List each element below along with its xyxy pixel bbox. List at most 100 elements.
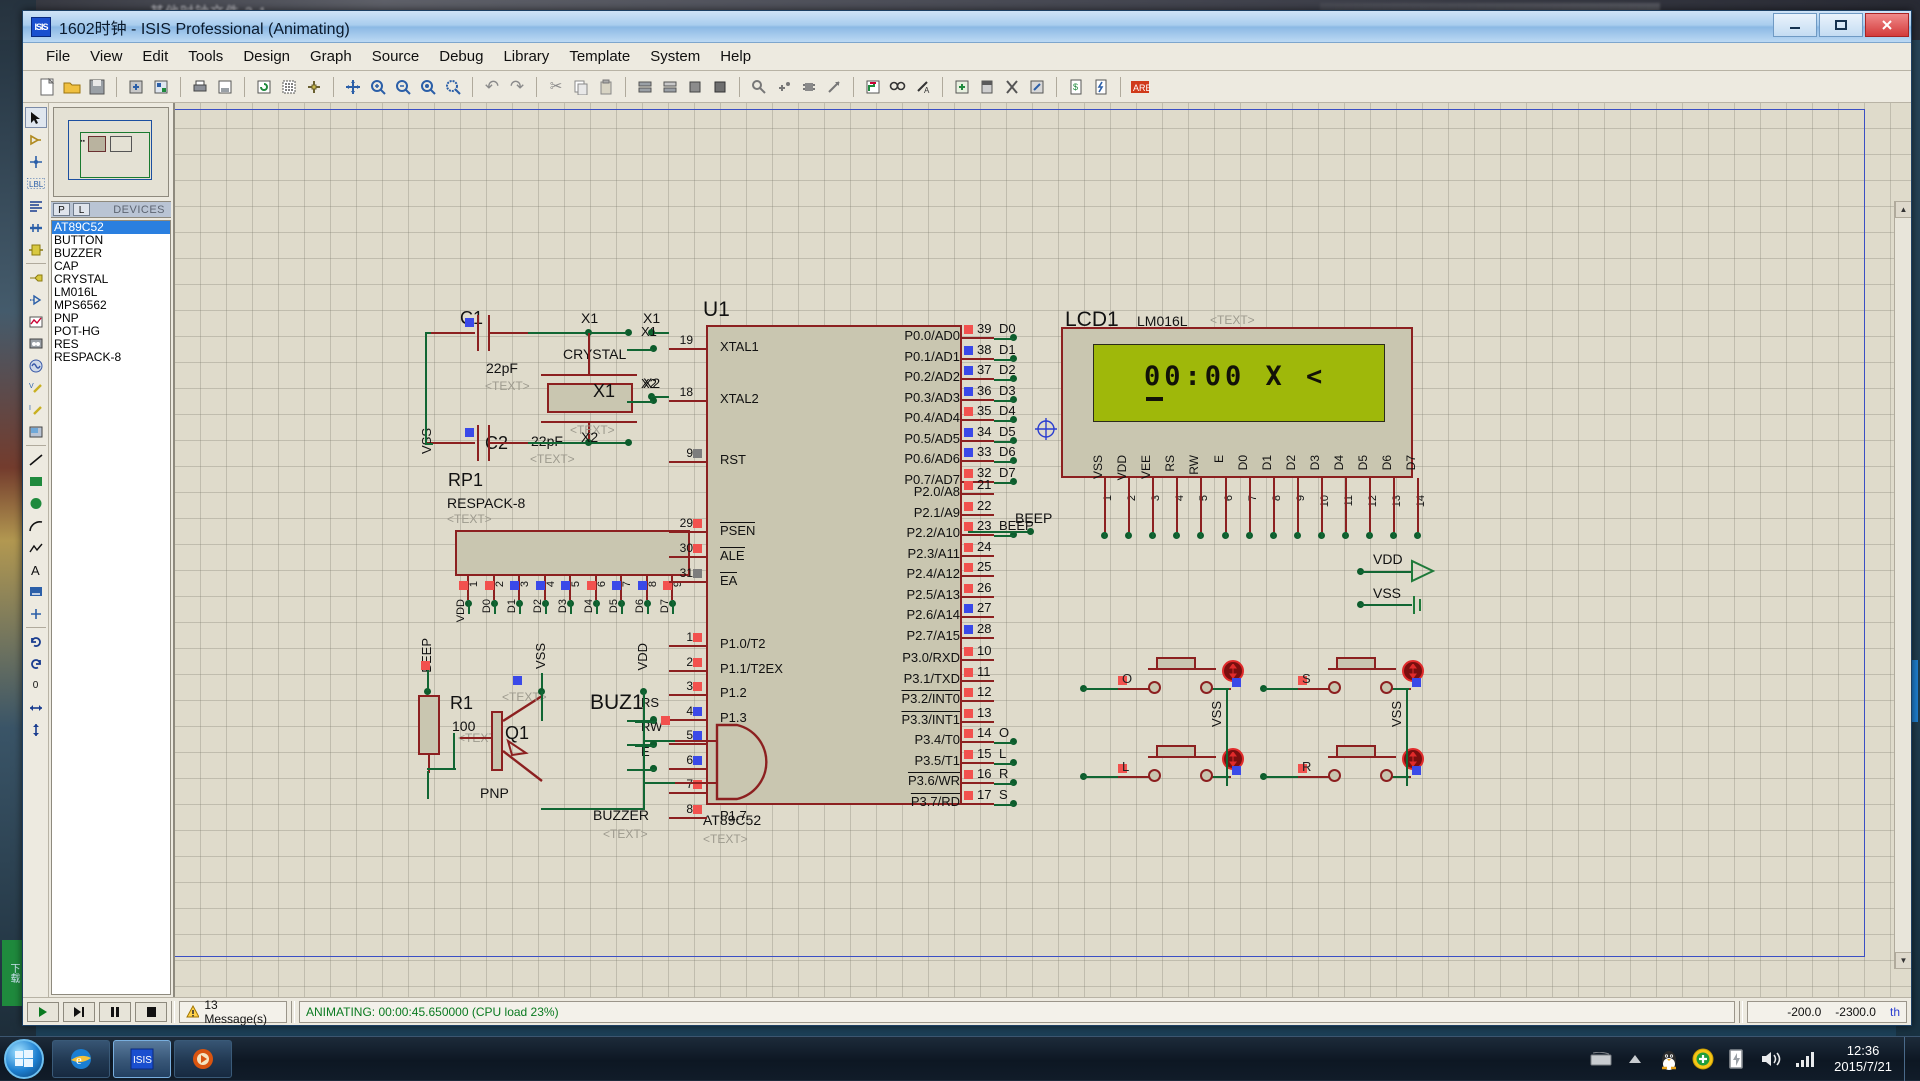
button-actuator-body-2[interactable]: [1156, 745, 1196, 758]
x1-net-label-top[interactable]: X1: [581, 310, 598, 326]
taskbar-item-internet-explorer[interactable]: e: [52, 1039, 110, 1078]
lcd-pin-wire-D2[interactable]: [1296, 532, 1299, 538]
save-file-icon[interactable]: [85, 75, 109, 99]
lcd-pin-wire-D1[interactable]: [1272, 532, 1275, 538]
lcd-pin-wire-D4[interactable]: [1345, 532, 1347, 538]
block-delete-icon[interactable]: [708, 75, 732, 99]
lcd-pin-wire-D6[interactable]: [1393, 532, 1396, 538]
schematic-canvas[interactable]: C1 22pF <TEXT> C2 22pF <TEXT> VSS: [174, 103, 1911, 997]
decompose-icon[interactable]: [822, 75, 846, 99]
u1-right-net-wire-D0[interactable]: [994, 338, 1014, 340]
line-tool-icon[interactable]: [25, 449, 47, 470]
rp1-net-wire-D0[interactable]: [493, 600, 496, 614]
packaging-tool-icon[interactable]: [797, 75, 821, 99]
x1-body[interactable]: [547, 383, 633, 413]
property-assign-icon[interactable]: A: [911, 75, 935, 99]
q1-emitter-down[interactable]: [541, 691, 543, 721]
scroll-down-arrow[interactable]: ▼: [1895, 952, 1911, 969]
menu-source[interactable]: Source: [363, 45, 429, 68]
bill-of-materials-icon[interactable]: $: [1064, 75, 1088, 99]
c2-text-placeholder[interactable]: <TEXT>: [530, 452, 575, 466]
button-net-label-O[interactable]: O: [1122, 671, 1132, 686]
button-net-label-S[interactable]: S: [1302, 671, 1311, 686]
arc-tool-icon[interactable]: [25, 515, 47, 536]
u1-right-net-wire-D6[interactable]: [994, 461, 1014, 463]
play-button[interactable]: [27, 1001, 59, 1022]
u1-right-net-wire-D3[interactable]: [994, 399, 1014, 402]
lcd-text-placeholder[interactable]: <TEXT>: [1210, 313, 1255, 327]
overview-preview[interactable]: ▪▪: [53, 107, 169, 197]
menu-graph[interactable]: Graph: [301, 45, 361, 68]
u1-right-net-wire-R[interactable]: [994, 783, 1014, 785]
maximize-button[interactable]: [1819, 13, 1863, 37]
new-file-icon[interactable]: [35, 75, 59, 99]
rp1-net-wire-D1[interactable]: [519, 600, 521, 614]
new-sheet-icon[interactable]: [975, 75, 999, 99]
rotate-clockwise-icon[interactable]: [25, 631, 47, 652]
canvas-vertical-scrollbar[interactable]: ▲ ▼: [1894, 201, 1911, 969]
menu-edit[interactable]: Edit: [133, 45, 177, 68]
undo-icon[interactable]: ↶: [480, 75, 504, 99]
mirror-x-icon[interactable]: [25, 697, 47, 718]
u1-left-pin-label-P1.2[interactable]: P1.2: [720, 685, 747, 700]
u1-right-pin-label-P2.2/A10[interactable]: P2.2/A10: [875, 525, 961, 540]
button-left-wire-3[interactable]: [1263, 776, 1298, 778]
rp1-net-label-D5[interactable]: D5: [608, 599, 620, 613]
base-riser[interactable]: [453, 733, 455, 769]
pick-device-icon[interactable]: [747, 75, 771, 99]
u1-left-pin-label-ALE[interactable]: ALE: [720, 547, 745, 563]
u1-right-net-wire-D5[interactable]: [994, 440, 1014, 443]
rp1-net-label-D1[interactable]: D1: [506, 599, 518, 613]
rp1-net-wire-D5[interactable]: [621, 600, 623, 614]
lcd-pin-wire-RW[interactable]: [1200, 532, 1203, 538]
x1-value-crystal[interactable]: CRYSTAL: [563, 346, 626, 362]
u1-right-pin-label-P3.7/RD[interactable]: P3.7/RD: [875, 794, 960, 809]
x1-reference[interactable]: X1: [593, 381, 615, 402]
vdd-terminal-label[interactable]: VDD: [1373, 551, 1403, 567]
make-device-icon[interactable]: [772, 75, 796, 99]
net-wire-RW[interactable]: [635, 745, 655, 747]
net-wire-E[interactable]: [635, 769, 655, 771]
lcd-pin-wire-D3[interactable]: [1320, 532, 1323, 538]
lcd-pin-wire-VDD[interactable]: [1128, 532, 1131, 538]
button-ground-bottom-left[interactable]: [1213, 776, 1229, 778]
battery-icon[interactable]: [1726, 1048, 1748, 1070]
bus-mode-icon[interactable]: [25, 217, 47, 238]
security-shield-icon[interactable]: [1692, 1048, 1714, 1070]
terminals-mode-icon[interactable]: [25, 267, 47, 288]
u1-right-pin-label-P2.1/A9[interactable]: P2.1/A9: [875, 505, 960, 520]
text-script-icon[interactable]: [25, 195, 47, 216]
u1-right-pin-label-P3.0/RXD[interactable]: P3.0/RXD: [875, 650, 960, 665]
u1-right-pin-label-P0.2/AD2[interactable]: P0.2/AD2: [875, 369, 960, 384]
symbol-tool-icon[interactable]: [25, 581, 47, 602]
rp1-net-label-VDD[interactable]: VDD: [455, 599, 467, 622]
rotation-value-field[interactable]: 0: [25, 675, 47, 696]
button-ground-top-left[interactable]: [1213, 688, 1229, 690]
open-file-icon[interactable]: [60, 75, 84, 99]
u1-right-pin-label-P0.4/AD4[interactable]: P0.4/AD4: [875, 410, 960, 425]
u1-left-pin-label-XTAL1[interactable]: XTAL1: [720, 339, 759, 354]
u1-right-pin-label-P3.5/T1[interactable]: P3.5/T1: [875, 753, 960, 768]
subcircuit-icon[interactable]: [25, 239, 47, 260]
u1-right-pin-label-P0.5/AD5[interactable]: P0.5/AD5: [875, 431, 960, 446]
u1-right-pin-label-P2.7/A15[interactable]: P2.7/A15: [875, 628, 961, 643]
lcd-pin-wire-VSS[interactable]: [1104, 532, 1106, 538]
u1-right-pin-label-P0.1/AD1[interactable]: P0.1/AD1: [875, 349, 960, 364]
q1-vss-label[interactable]: VSS: [533, 643, 548, 669]
vdd-rail-label[interactable]: VDD: [635, 643, 650, 670]
u1-right-pin-label-P2.0/A8[interactable]: P2.0/A8: [875, 484, 960, 499]
marker-tool-icon[interactable]: [25, 603, 47, 624]
menu-debug[interactable]: Debug: [430, 45, 492, 68]
c1-value[interactable]: 22pF: [486, 360, 518, 376]
u1-right-net-wire-D7[interactable]: [994, 481, 1014, 484]
u1-reference[interactable]: U1: [703, 298, 730, 322]
c1-text-placeholder[interactable]: <TEXT>: [485, 379, 530, 393]
lcd-pin-wire-VEE[interactable]: [1152, 532, 1155, 538]
current-probe-icon[interactable]: I: [25, 399, 47, 420]
u1-right-pin-label-P0.3/AD3[interactable]: P0.3/AD3: [875, 390, 960, 405]
button-left-wire-0[interactable]: [1083, 688, 1118, 690]
rp1-text-placeholder[interactable]: <TEXT>: [447, 512, 492, 526]
button-net-label-R[interactable]: R: [1302, 759, 1311, 774]
show-desktop-button[interactable]: [1904, 1037, 1920, 1081]
button-actuator-body-0[interactable]: [1156, 657, 1196, 670]
